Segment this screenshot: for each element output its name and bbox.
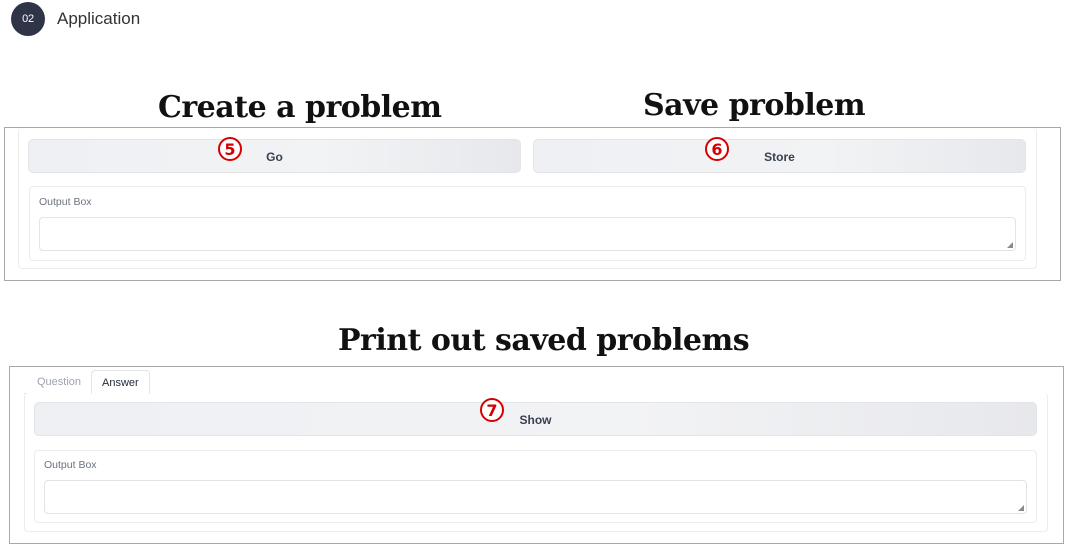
output-box-label: Output Box	[39, 196, 92, 208]
answer-output-box-label: Output Box	[44, 459, 97, 471]
step-7-marker: 7	[480, 398, 504, 422]
tab-question[interactable]: Question	[27, 370, 91, 394]
step-5-marker: 5	[218, 137, 242, 161]
store-button-label: Store	[764, 150, 795, 164]
step-header: 02 Application	[11, 2, 140, 36]
save-problem-heading: Save problem	[643, 88, 866, 123]
show-button[interactable]: Show	[34, 402, 1037, 436]
show-button-label: Show	[519, 413, 552, 427]
page-title: Application	[57, 9, 141, 28]
store-button[interactable]: Store	[533, 139, 1026, 173]
create-problem-heading: Create a problem	[158, 90, 442, 125]
resize-handle-icon[interactable]	[1007, 242, 1013, 248]
step-number-badge: 02	[11, 2, 45, 36]
go-button[interactable]: Go	[28, 139, 521, 173]
print-saved-problems-heading: Print out saved problems	[338, 323, 750, 358]
output-box-textarea[interactable]	[39, 217, 1016, 251]
tab-bar: Question Answer	[27, 370, 150, 394]
resize-handle-icon[interactable]	[1018, 505, 1024, 511]
tab-answer[interactable]: Answer	[91, 370, 150, 394]
step-6-marker: 6	[705, 137, 729, 161]
answer-output-box-textarea[interactable]	[44, 480, 1027, 514]
go-button-label: Go	[266, 150, 283, 164]
